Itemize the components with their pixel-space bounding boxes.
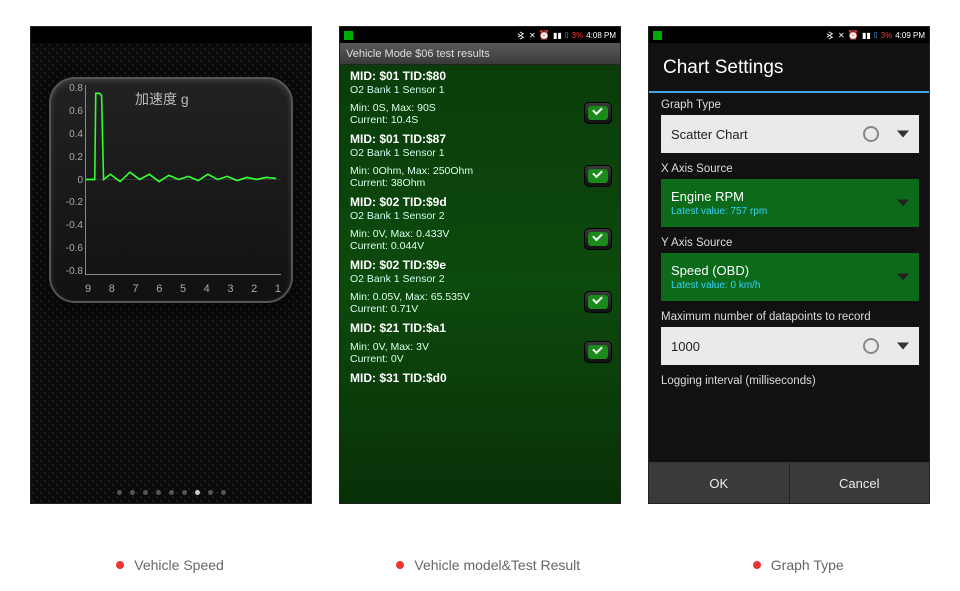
battery-icon: 3% [881, 31, 893, 40]
y-axis-labels: 0.8 0.6 0.4 0.2 0 -0.2 -0.4 -0.6 -0.8 [55, 83, 83, 277]
logging-interval-label: Logging interval (milliseconds) [661, 375, 919, 387]
x-axis-label: X Axis Source [661, 163, 919, 175]
y-axis-select[interactable]: Speed (OBD) Latest value: 0 km/h [661, 253, 919, 301]
result-row[interactable]: MID: $21 TID:$a1 Min: 0V, Max: 3V Curren… [340, 317, 620, 367]
radio-icon [863, 338, 879, 354]
y-axis-label: Y Axis Source [661, 237, 919, 249]
x-axis-select[interactable]: Engine RPM Latest value: 757 rpm [661, 179, 919, 227]
phone-panel-2: ✕ ⏰ ▮▮ ▯ 3% 4:08 PM Vehicle Mode $06 tes… [339, 26, 621, 504]
ok-check-icon [584, 341, 612, 363]
mute-icon: ✕ [838, 31, 845, 40]
result-row[interactable]: MID: $01 TID:$80 O2 Bank 1 Sensor 1 Min:… [340, 65, 620, 128]
chevron-down-icon [897, 274, 909, 281]
status-bar [31, 27, 311, 43]
cancel-button[interactable]: Cancel [790, 463, 930, 503]
signal-icon: ▮▮ [553, 31, 562, 40]
ok-check-icon [584, 165, 612, 187]
accel-gauge: 加速度 g 0.8 0.6 0.4 0.2 0 -0.2 -0.4 -0.6 -… [49, 77, 293, 303]
alarm-icon: ⏰ [539, 30, 550, 41]
battery-icon: 3% [572, 31, 584, 40]
signal-icon: ▮▮ [862, 31, 871, 40]
page-header: Vehicle Mode $06 test results [340, 43, 620, 65]
chevron-down-icon [897, 200, 909, 207]
bullet-icon [753, 561, 761, 569]
bluetooth-icon [826, 31, 835, 40]
bullet-icon [116, 561, 124, 569]
bullet-icon [396, 561, 404, 569]
graph-type-select[interactable]: Scatter Chart [661, 115, 919, 153]
chevron-down-icon [897, 343, 909, 350]
mute-icon: ✕ [529, 31, 536, 40]
result-row[interactable]: MID: $02 TID:$9e O2 Bank 1 Sensor 2 Min:… [340, 254, 620, 317]
network-icon: ▯ [874, 31, 878, 39]
max-datapoints-label: Maximum number of datapoints to record [661, 311, 919, 323]
app-icon [344, 31, 353, 40]
network-icon: ▯ [565, 31, 569, 39]
phone-panel-3: ✕ ⏰ ▮▮ ▯ 3% 4:09 PM Chart Settings Graph… [648, 26, 930, 504]
app-icon [653, 31, 662, 40]
graph-type-label: Graph Type [661, 99, 919, 111]
bluetooth-icon [517, 31, 526, 40]
max-datapoints-select[interactable]: 1000 [661, 327, 919, 365]
radio-icon [863, 126, 879, 142]
chevron-down-icon [897, 131, 909, 138]
caption-a: Vehicle Speed [116, 557, 224, 573]
ok-button[interactable]: OK [649, 463, 790, 503]
x-axis-labels: 9 8 7 6 5 4 3 2 1 [85, 283, 281, 295]
results-list[interactable]: MID: $01 TID:$80 O2 Bank 1 Sensor 1 Min:… [340, 65, 620, 503]
page-indicator[interactable] [31, 490, 311, 495]
ok-check-icon [584, 291, 612, 313]
header-title: Vehicle Mode $06 test results [346, 48, 490, 60]
status-time: 4:08 PM [586, 31, 616, 40]
ok-check-icon [584, 102, 612, 124]
status-bar: ✕ ⏰ ▮▮ ▯ 3% 4:08 PM [340, 27, 620, 43]
result-row[interactable]: MID: $31 TID:$d0 [340, 367, 620, 387]
status-bar: ✕ ⏰ ▮▮ ▯ 3% 4:09 PM [649, 27, 929, 43]
ok-check-icon [584, 228, 612, 250]
phone-panel-1: 加速度 g 0.8 0.6 0.4 0.2 0 -0.2 -0.4 -0.6 -… [30, 26, 312, 504]
status-time: 4:09 PM [895, 31, 925, 40]
result-row[interactable]: MID: $01 TID:$87 O2 Bank 1 Sensor 1 Min:… [340, 128, 620, 191]
dialog-button-row: OK Cancel [649, 462, 929, 503]
alarm-icon: ⏰ [848, 30, 859, 41]
caption-row: Vehicle Speed Vehicle model&Test Result … [0, 557, 960, 573]
plot-area [85, 85, 281, 275]
caption-c: Graph Type [753, 557, 844, 573]
caption-b: Vehicle model&Test Result [396, 557, 580, 573]
dialog-title: Chart Settings [649, 43, 929, 93]
chart-settings-dialog: Chart Settings Graph Type Scatter Chart … [649, 43, 929, 503]
result-row[interactable]: MID: $02 TID:$9d O2 Bank 1 Sensor 2 Min:… [340, 191, 620, 254]
chart-trace [86, 93, 276, 181]
